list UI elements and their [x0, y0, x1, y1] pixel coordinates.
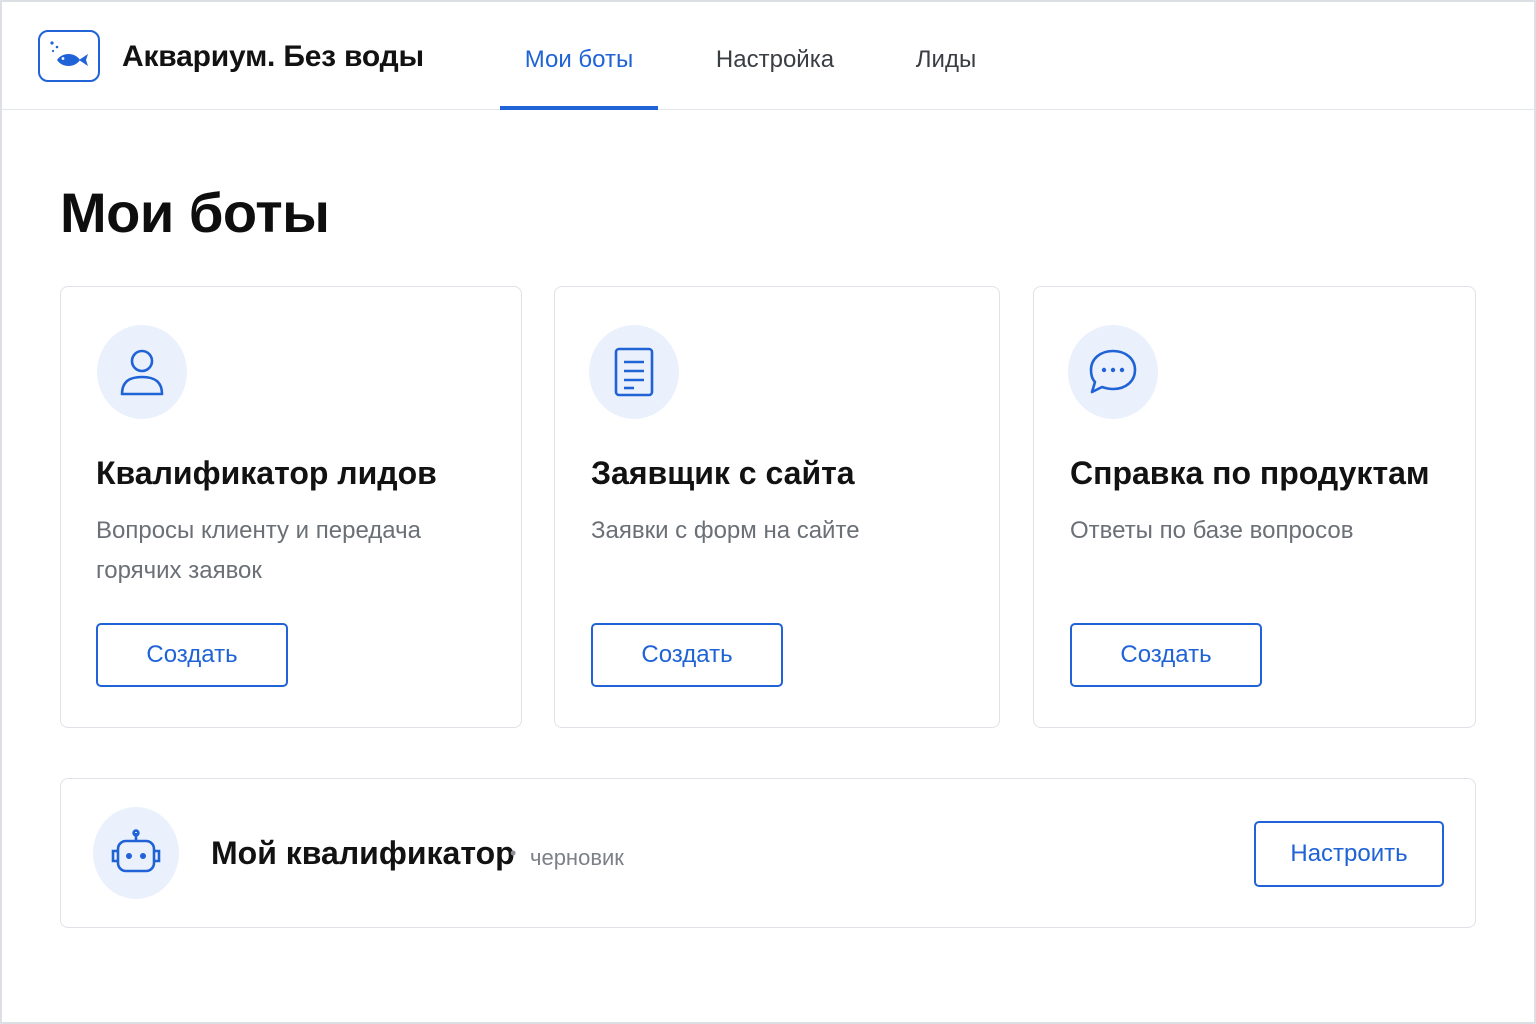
brand-title: Аквариум. Без воды [122, 40, 424, 73]
bot-template-card-product-help: Справка по продуктам Ответы по базе вопр… [1033, 286, 1476, 728]
card-title: Справка по продуктам [1070, 455, 1430, 491]
user-icon [97, 325, 187, 419]
page-title: Мои боты [60, 181, 330, 244]
tab-my-bots[interactable]: Мои боты [500, 46, 658, 110]
top-header: Аквариум. Без воды Мои боты Настройка Ли… [2, 2, 1534, 110]
fish-icon[interactable] [38, 30, 100, 82]
chat-bubble-icon [1068, 325, 1158, 419]
draft-bot-row: Мой квалификатор • черновик Настроить [60, 778, 1476, 928]
configure-button[interactable]: Настроить [1254, 821, 1444, 887]
create-button[interactable]: Создать [96, 623, 288, 687]
create-button[interactable]: Создать [1070, 623, 1262, 687]
status-badge: черновик [530, 845, 624, 870]
create-button[interactable]: Создать [591, 623, 783, 687]
active-tab-indicator [500, 106, 658, 110]
document-icon [589, 325, 679, 419]
card-description: Вопросы клиенту и передача горячих заяво… [96, 517, 421, 584]
draft-bot-name[interactable]: Мой квалификатор [211, 835, 515, 872]
robot-icon [93, 807, 179, 899]
app-window: Аквариум. Без воды Мои боты Настройка Ли… [0, 0, 1536, 1024]
tab-settings[interactable]: Настройка [702, 46, 848, 110]
card-description: Заявки с форм на сайте [591, 517, 860, 544]
bot-template-card-lead-qualifier: Квалификатор лидов Вопросы клиенту и пер… [60, 286, 522, 728]
card-description: Ответы по базе вопросов [1070, 517, 1354, 544]
bot-template-card-site-requests: Заявщик с сайта Заявки с форм на сайте С… [554, 286, 1000, 728]
card-title: Заявщик с сайта [591, 455, 855, 491]
card-title: Квалификатор лидов [96, 455, 437, 491]
tab-leads[interactable]: Лиды [898, 46, 994, 110]
separator-dot: • [510, 843, 517, 863]
